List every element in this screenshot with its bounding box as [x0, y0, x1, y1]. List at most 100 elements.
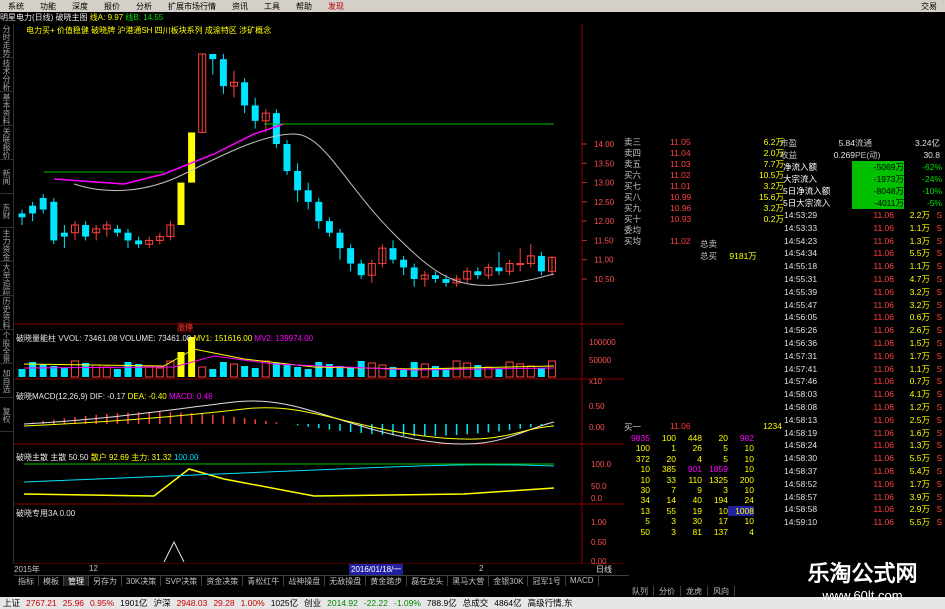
depth-cell: 4	[697, 453, 702, 464]
depth-row: 10 385 901 1859 10	[624, 464, 782, 474]
kline-chart[interactable]: 14.00 13.50 13.00 12.50 12.00 11.50 11.00 10.50…	[14, 24, 624, 564]
depth-cell: 901	[687, 464, 702, 475]
indicator-tab-7[interactable]: 青松红牛	[243, 576, 285, 586]
macd-value: MACD: 0.46	[169, 392, 213, 401]
macd-title: 破晓MACD(12,26,9)	[16, 392, 88, 401]
right-tab-2[interactable]: 龙虎	[681, 586, 708, 596]
order-row: 卖四 11.04 2.0万	[624, 148, 784, 159]
right-tab-1[interactable]: 分价	[654, 586, 681, 596]
indicator-tab-15[interactable]: MACD	[566, 576, 599, 586]
volume-bar	[209, 369, 217, 377]
tick-p: 11.06	[873, 401, 894, 412]
side-tab-9[interactable]: 个股全景	[0, 330, 13, 364]
price-tick-label: 11.00	[594, 256, 614, 265]
menu-item-1[interactable]: 功能	[32, 1, 64, 12]
indicator-tab-9[interactable]: 无敌操盘	[325, 576, 367, 586]
tick-t: 14:55:39	[784, 286, 818, 297]
right-tab-3[interactable]: 风向	[708, 586, 735, 596]
indicator-tab-14[interactable]: 冠军1号	[528, 576, 566, 586]
candle-body	[29, 205, 37, 214]
right-tabs: 队列 分价 龙虎 风向	[627, 586, 777, 596]
indicator-tab-11[interactable]: 磊在龙头	[407, 576, 449, 586]
volume-bar	[198, 366, 207, 378]
indicator-tab-0[interactable]: 指标	[14, 576, 39, 586]
menu-item-0[interactable]: 系统	[0, 1, 32, 12]
menu-item-5[interactable]: 扩展市场行情	[160, 1, 224, 12]
menu-item-7[interactable]: 工具	[256, 1, 288, 12]
depth-cell: 40	[692, 495, 702, 506]
side-tab-2[interactable]: 基本资料	[0, 92, 13, 126]
info-bar: 明星电力(日线) 破晓主图 线A: 9.97 线B: 14.55	[0, 12, 560, 23]
depth-cell: 10	[744, 453, 754, 464]
tick-t: 14:57:31	[784, 350, 818, 361]
volume-bar	[102, 366, 111, 378]
side-tab-8[interactable]: 历史资料	[0, 296, 13, 330]
status-item: 总成交	[462, 598, 489, 608]
indicator-tab-1[interactable]: 模板	[39, 576, 64, 586]
indicator-tab-8[interactable]: 战神操盘	[284, 576, 326, 586]
scheme-name[interactable]: 破晓主图	[56, 13, 88, 22]
indicator-tab-5[interactable]: SVP决策	[161, 576, 203, 586]
order-vol: 2.0万	[763, 148, 784, 158]
depth-cell: 81	[692, 526, 702, 537]
side-tab-7[interactable]: 大单追踪	[0, 262, 13, 296]
side-tab-10[interactable]: 加自选	[0, 364, 13, 398]
side-tab-5[interactable]: 东财	[0, 194, 13, 228]
right-tab-0[interactable]: 队列	[627, 586, 654, 596]
menu-item-2[interactable]: 深度	[64, 1, 96, 12]
side-tab-3[interactable]: 关联报价	[0, 126, 13, 160]
status-item: 上证	[3, 598, 21, 608]
stock-title[interactable]: 明星电力(日线)	[0, 13, 53, 22]
flow-pct: -5%	[926, 198, 942, 208]
last-tick-label: 0.00	[591, 557, 607, 564]
menu-item-6[interactable]: 资讯	[224, 1, 256, 12]
tick-t: 14:55:47	[784, 299, 818, 310]
order-price: 10.93	[670, 214, 692, 224]
depth-row: 100 1 26 5 10	[624, 443, 782, 453]
side-tab-0[interactable]: 分时走势	[0, 24, 13, 58]
tick-row: 14:58:24 11.06 1.3万 S	[780, 439, 945, 452]
indicator-tab-3[interactable]: 另存为	[89, 576, 122, 586]
volume-bar	[60, 368, 68, 377]
indicator-tab-6[interactable]: 资金决策	[202, 576, 244, 586]
order-price: 11.03	[670, 159, 691, 169]
side-tab-6[interactable]: 主力资金	[0, 228, 13, 262]
indicator-tab-13[interactable]: 金银30K	[489, 576, 529, 586]
volume-bar	[505, 361, 514, 378]
info-row: 市盈 5.84 流通 3.24亿	[780, 137, 945, 149]
tick-p: 11.06	[873, 222, 894, 233]
flow-pct: -62%	[922, 162, 942, 172]
order-label: 买十	[624, 214, 642, 224]
menu-item-4[interactable]: 分析	[128, 1, 160, 12]
order-label: 买九	[624, 203, 642, 213]
info-b: 5.84	[838, 138, 855, 148]
volume-bar	[219, 362, 227, 377]
signal-spike	[163, 540, 185, 563]
macd-tick-label: 0.00	[589, 423, 605, 432]
tick-p: 11.06	[873, 363, 894, 374]
tick-row: 14:54:34 11.06 5.5万 S	[780, 247, 945, 260]
volume-bar	[495, 369, 503, 377]
tick-d: S	[936, 504, 942, 515]
indicator-tab-4[interactable]: 30K决策	[122, 576, 162, 586]
side-tab-11[interactable]: 复权	[0, 398, 13, 432]
side-tab-1[interactable]: 技术分析	[0, 58, 13, 92]
info-b: 0.269	[833, 150, 855, 160]
menu-item-9[interactable]: 发现	[320, 1, 352, 12]
price-tick-label: 13.50	[594, 159, 615, 168]
tick-d: S	[936, 440, 942, 451]
tick-list[interactable]: 14:53:29 11.06 2.2万 S 14:53:33 11.06 1.1万 S 14:5…	[780, 209, 945, 529]
menu-item-10[interactable]: 交易	[913, 1, 945, 12]
depth-cell: 385	[661, 464, 676, 475]
depth-row: 30 7 9 3 10	[624, 485, 782, 495]
indicator-tab-10[interactable]: 黄金踏步	[366, 576, 408, 586]
menu-item-3[interactable]: 报价	[96, 1, 128, 12]
tick-v: 5.5万	[909, 453, 930, 464]
tick-v: 1.6万	[909, 427, 930, 438]
order-label: 卖三	[624, 137, 642, 147]
indicator-tab-2[interactable]: 管理	[64, 576, 89, 586]
indicator-tab-12[interactable]: 黑马大营	[448, 576, 490, 586]
menu-item-8[interactable]: 帮助	[288, 1, 320, 12]
depth-cell: 26	[692, 443, 702, 454]
side-tab-4[interactable]: 新闻	[0, 160, 13, 194]
